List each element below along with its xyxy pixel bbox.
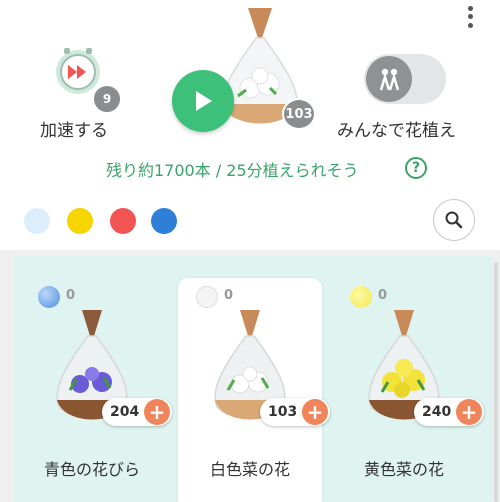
- people-icon: [379, 68, 400, 91]
- speed-up-label: 加速する: [40, 121, 108, 141]
- flower-count-pill: 204 +: [102, 398, 172, 426]
- flower-card-blue[interactable]: 0 204 + 青色の花びら: [20, 278, 172, 502]
- flower-count: 103: [268, 404, 298, 420]
- search-button[interactable]: [433, 199, 475, 241]
- add-button[interactable]: +: [456, 399, 482, 425]
- together-toggle-knob: [366, 56, 412, 102]
- add-button[interactable]: +: [302, 399, 328, 425]
- together-toggle[interactable]: [364, 54, 446, 104]
- together-label: みんなで花植え: [337, 121, 456, 141]
- color-filter-light-blue[interactable]: [24, 208, 50, 234]
- owned-count: 0: [378, 288, 388, 303]
- color-filter-yellow[interactable]: [67, 208, 93, 234]
- owned-count: 0: [66, 288, 76, 303]
- owned-count: 0: [224, 288, 234, 303]
- search-icon: [445, 211, 463, 229]
- play-button[interactable]: [172, 70, 234, 132]
- play-icon: [196, 91, 212, 111]
- add-button[interactable]: +: [144, 399, 170, 425]
- flower-name: 黄色菜の花: [363, 460, 444, 479]
- flower-count: 240: [422, 404, 452, 420]
- remaining-estimate-text: 残り約1700本 / 25分植えられそう: [106, 161, 359, 180]
- flower-count: 204: [110, 404, 140, 420]
- flower-count-pill: 240 +: [414, 398, 484, 426]
- flower-card-white[interactable]: 0 103 + 白色菜の花: [178, 278, 330, 502]
- flower-card-yellow[interactable]: 0 240 + 黄色菜の花: [332, 278, 484, 502]
- color-filter-blue[interactable]: [151, 208, 177, 234]
- current-count-badge: 103: [282, 98, 316, 130]
- owned-seed-icon: [38, 286, 60, 308]
- flower-name: 青色の花びら: [43, 460, 140, 479]
- flower-name: 白色菜の花: [209, 460, 290, 479]
- list-scrollbar[interactable]: [494, 262, 498, 502]
- color-filter-red[interactable]: [110, 208, 136, 234]
- speed-count-badge: 9: [92, 84, 122, 114]
- owned-seed-icon: [350, 286, 372, 308]
- help-icon[interactable]: ?: [405, 157, 427, 179]
- owned-seed-icon: [196, 286, 218, 308]
- speed-up-button[interactable]: 9: [54, 46, 122, 114]
- flower-count-pill: 103 +: [260, 398, 330, 426]
- more-options-icon[interactable]: [460, 4, 480, 30]
